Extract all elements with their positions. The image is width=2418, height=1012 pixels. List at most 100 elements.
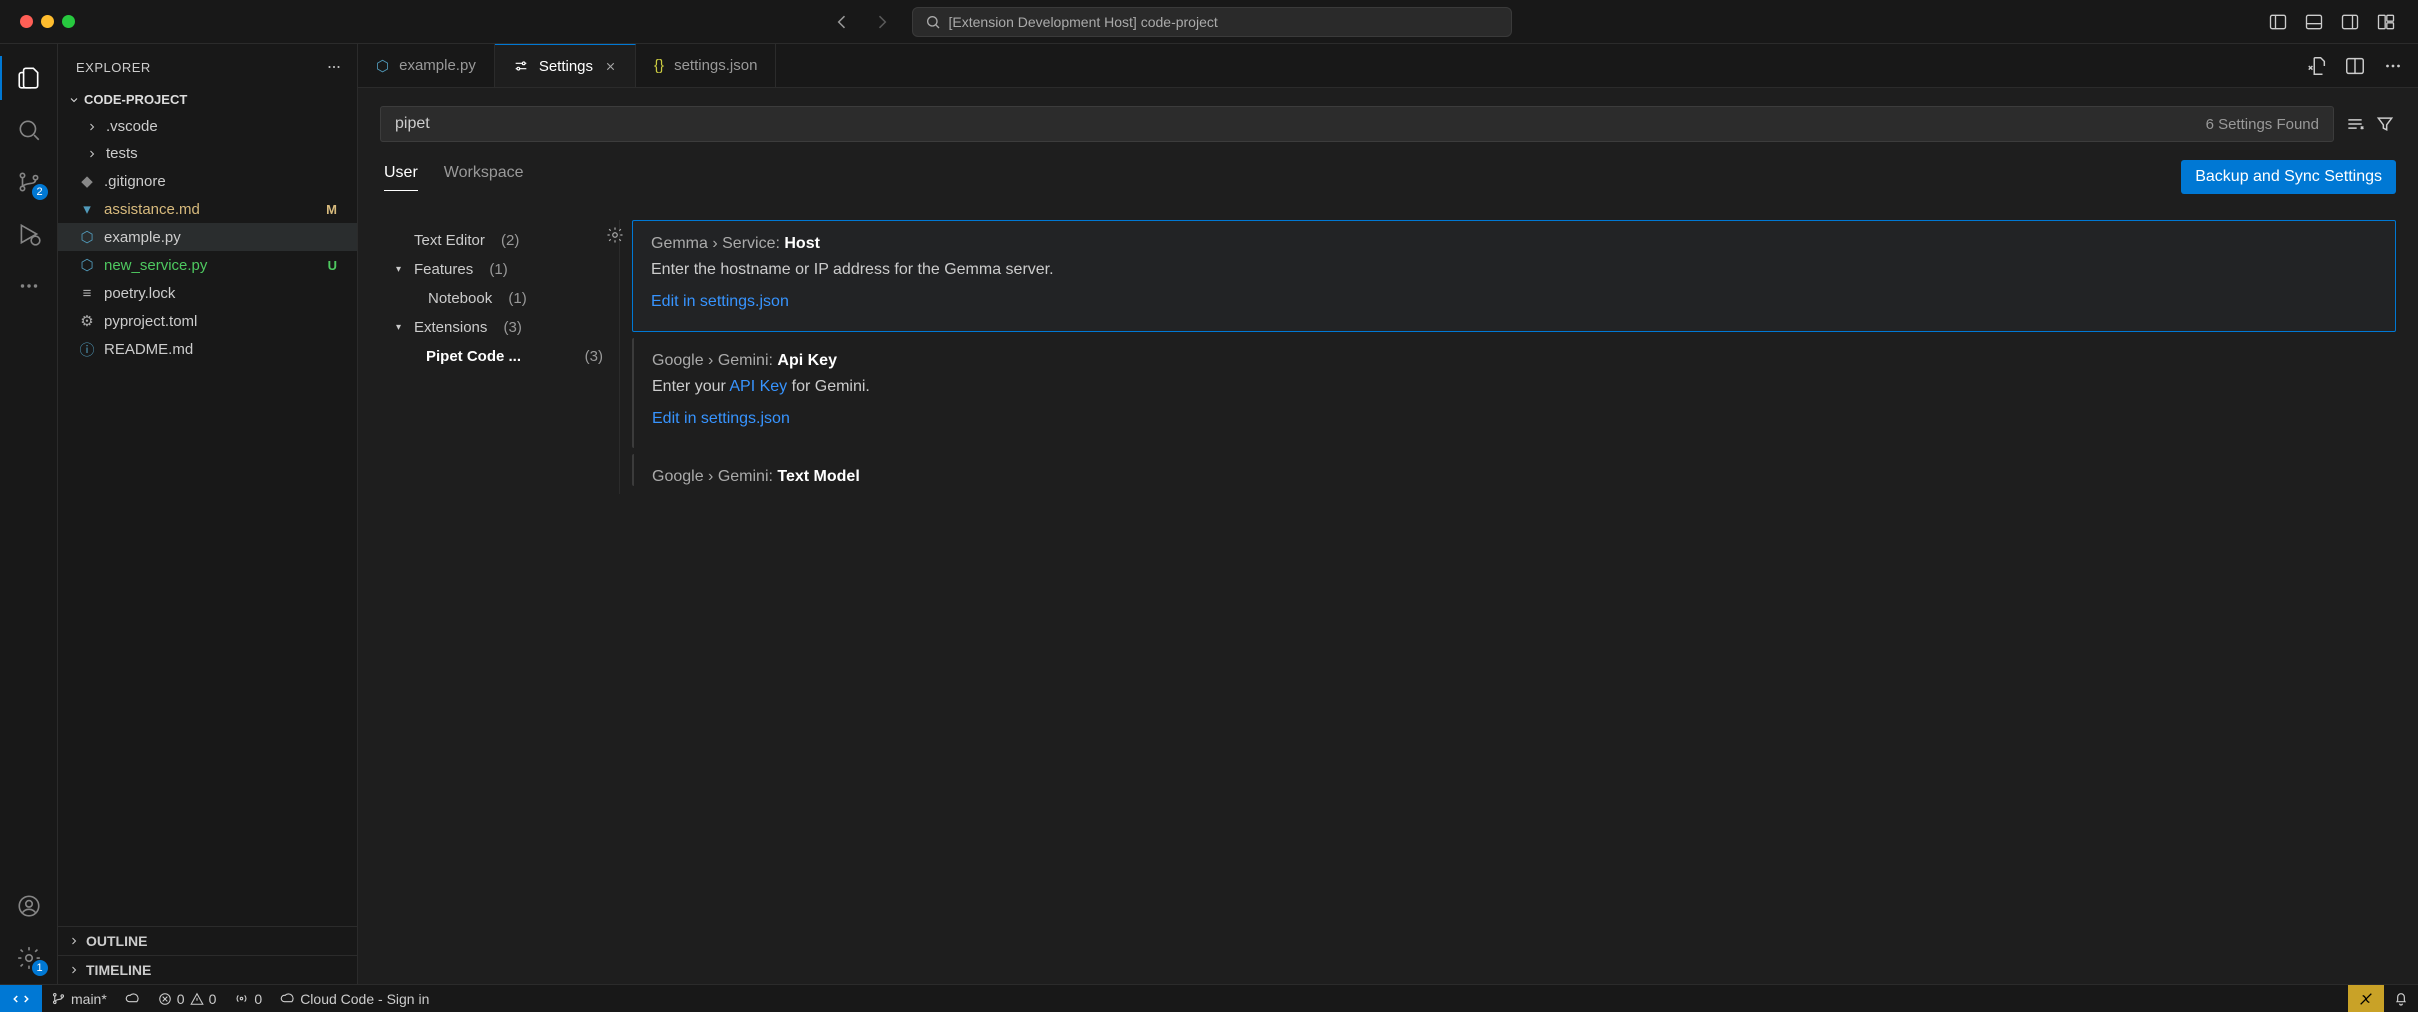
nav-back-button[interactable] [832,12,852,32]
activity-explorer[interactable] [0,52,58,104]
chevron-right-icon [68,964,80,976]
tree-item-label: pyproject.toml [104,313,197,330]
cloud-code-status[interactable]: Cloud Code - Sign in [271,991,438,1007]
filter-icon[interactable] [2374,113,2396,135]
scope-user[interactable]: User [384,164,418,191]
tree-item-label: .gitignore [104,173,166,190]
file-readme-md[interactable]: ⓘ README.md [58,335,357,363]
file-poetry-lock[interactable]: ≡ poetry.lock [58,279,357,307]
lock-icon: ≡ [78,284,96,302]
remote-indicator[interactable] [0,985,42,1012]
python-icon: ⬡ [78,256,96,274]
gear-icon[interactable] [606,226,624,244]
setting-crumb: Google › Gemini: [652,352,777,369]
sync-status[interactable] [116,991,149,1006]
file-new-service-py[interactable]: ⬡ new_service.py U [58,251,357,279]
search-results-count: 6 Settings Found [2206,116,2319,133]
nav-forward-button[interactable] [872,12,892,32]
file-pyproject-toml[interactable]: ⚙ pyproject.toml [58,307,357,335]
tab-settings[interactable]: Settings [495,44,636,87]
setting-gemini-api-key[interactable]: Google › Gemini: Api Key Enter your API … [632,338,2396,448]
toc-text-editor[interactable]: Text Editor (2) [390,226,609,255]
activity-debug[interactable] [0,208,58,260]
clear-search-icon[interactable] [2344,113,2366,135]
sync-settings-button[interactable]: Backup and Sync Settings [2181,160,2396,194]
warnings-count: 0 [209,991,217,1007]
file-example-py[interactable]: ⬡ example.py [58,223,357,251]
setting-crumb: Google › Gemini: [652,468,777,485]
notifications-button[interactable] [2384,991,2418,1007]
setting-crumb: Gemma › Service: [651,235,784,252]
activity-search[interactable] [0,104,58,156]
setting-gemini-text-model[interactable]: Google › Gemini: Text Model [632,454,2396,486]
outline-label: OUTLINE [86,933,147,949]
explorer-more-icon[interactable] [325,58,343,76]
file-gitignore[interactable]: ◆ .gitignore [58,167,357,195]
json-icon: {} [654,57,664,74]
toc-features[interactable]: ▾ Features (1) [390,255,609,284]
toc-count: (1) [508,290,526,307]
tab-label: example.py [399,57,476,74]
tab-label: settings.json [674,57,757,74]
activity-more[interactable] [0,260,58,312]
bell-icon [2393,991,2409,1007]
tab-close-button[interactable] [603,59,617,73]
setting-name: Host [784,235,820,252]
activity-scm[interactable]: 2 [0,156,58,208]
toc-count: (1) [489,261,507,278]
git-branch-status[interactable]: main* [42,991,116,1007]
radio-status[interactable]: 0 [225,991,271,1007]
panel-bottom-icon[interactable] [2304,12,2324,32]
python-icon: ⬡ [78,228,96,246]
tree-item-label: assistance.md [104,201,200,218]
panel-left-icon[interactable] [2268,12,2288,32]
folder-tests[interactable]: tests [58,140,357,167]
setting-gemma-host[interactable]: Gemma › Service: Host Enter the hostname… [632,220,2396,332]
tab-example-py[interactable]: ⬡ example.py [358,44,495,87]
tab-label: Settings [539,58,593,75]
toc-count: (3) [504,319,522,336]
chevron-right-icon [86,148,98,160]
project-root[interactable]: CODE-PROJECT [58,86,357,113]
folder-vscode[interactable]: .vscode [58,113,357,140]
errors-count: 0 [177,991,185,1007]
more-actions-icon[interactable] [2382,55,2404,77]
problems-status[interactable]: 0 0 [149,991,226,1007]
minimize-window-button[interactable] [41,15,54,28]
api-key-link[interactable]: API Key [729,378,787,395]
copilot-status[interactable] [2348,985,2384,1012]
file-assistance-md[interactable]: ▾ assistance.md M [58,195,357,223]
settings-search-input[interactable]: pipet 6 Settings Found [380,106,2334,142]
edit-in-json-link[interactable]: Edit in settings.json [652,410,2378,428]
git-status-untracked: U [328,258,347,273]
toc-count: (3) [585,348,603,365]
toc-notebook[interactable]: Notebook (1) [390,284,609,313]
cloud-sync-icon [125,991,140,1006]
maximize-window-button[interactable] [62,15,75,28]
edit-in-json-link[interactable]: Edit in settings.json [651,293,2377,311]
layout-icon[interactable] [2376,12,2396,32]
outline-section[interactable]: OUTLINE [58,926,357,955]
scm-badge: 2 [32,184,48,200]
tree-item-label: example.py [104,229,181,246]
activity-account[interactable] [0,880,58,932]
command-center[interactable]: [Extension Development Host] code-projec… [912,7,1512,37]
toc-extensions[interactable]: ▾ Extensions (3) [390,313,609,342]
cloud-label: Cloud Code - Sign in [300,991,429,1007]
setting-description: Enter your API Key for Gemini. [652,378,2378,396]
tab-settings-json[interactable]: {} settings.json [636,44,776,87]
toc-label: Features [414,261,473,278]
toc-pipet[interactable]: Pipet Code ... (3) [390,342,609,371]
activity-settings[interactable]: 1 [0,932,58,984]
settings-badge: 1 [32,960,48,976]
timeline-section[interactable]: TIMELINE [58,955,357,984]
close-window-button[interactable] [20,15,33,28]
tree-item-label: README.md [104,341,193,358]
toc-label: Extensions [414,319,487,336]
scope-workspace[interactable]: Workspace [444,164,524,190]
open-file-icon[interactable] [2306,55,2328,77]
title-bar: [Extension Development Host] code-projec… [0,0,2418,44]
search-icon [16,117,42,143]
split-editor-icon[interactable] [2344,55,2366,77]
panel-right-icon[interactable] [2340,12,2360,32]
